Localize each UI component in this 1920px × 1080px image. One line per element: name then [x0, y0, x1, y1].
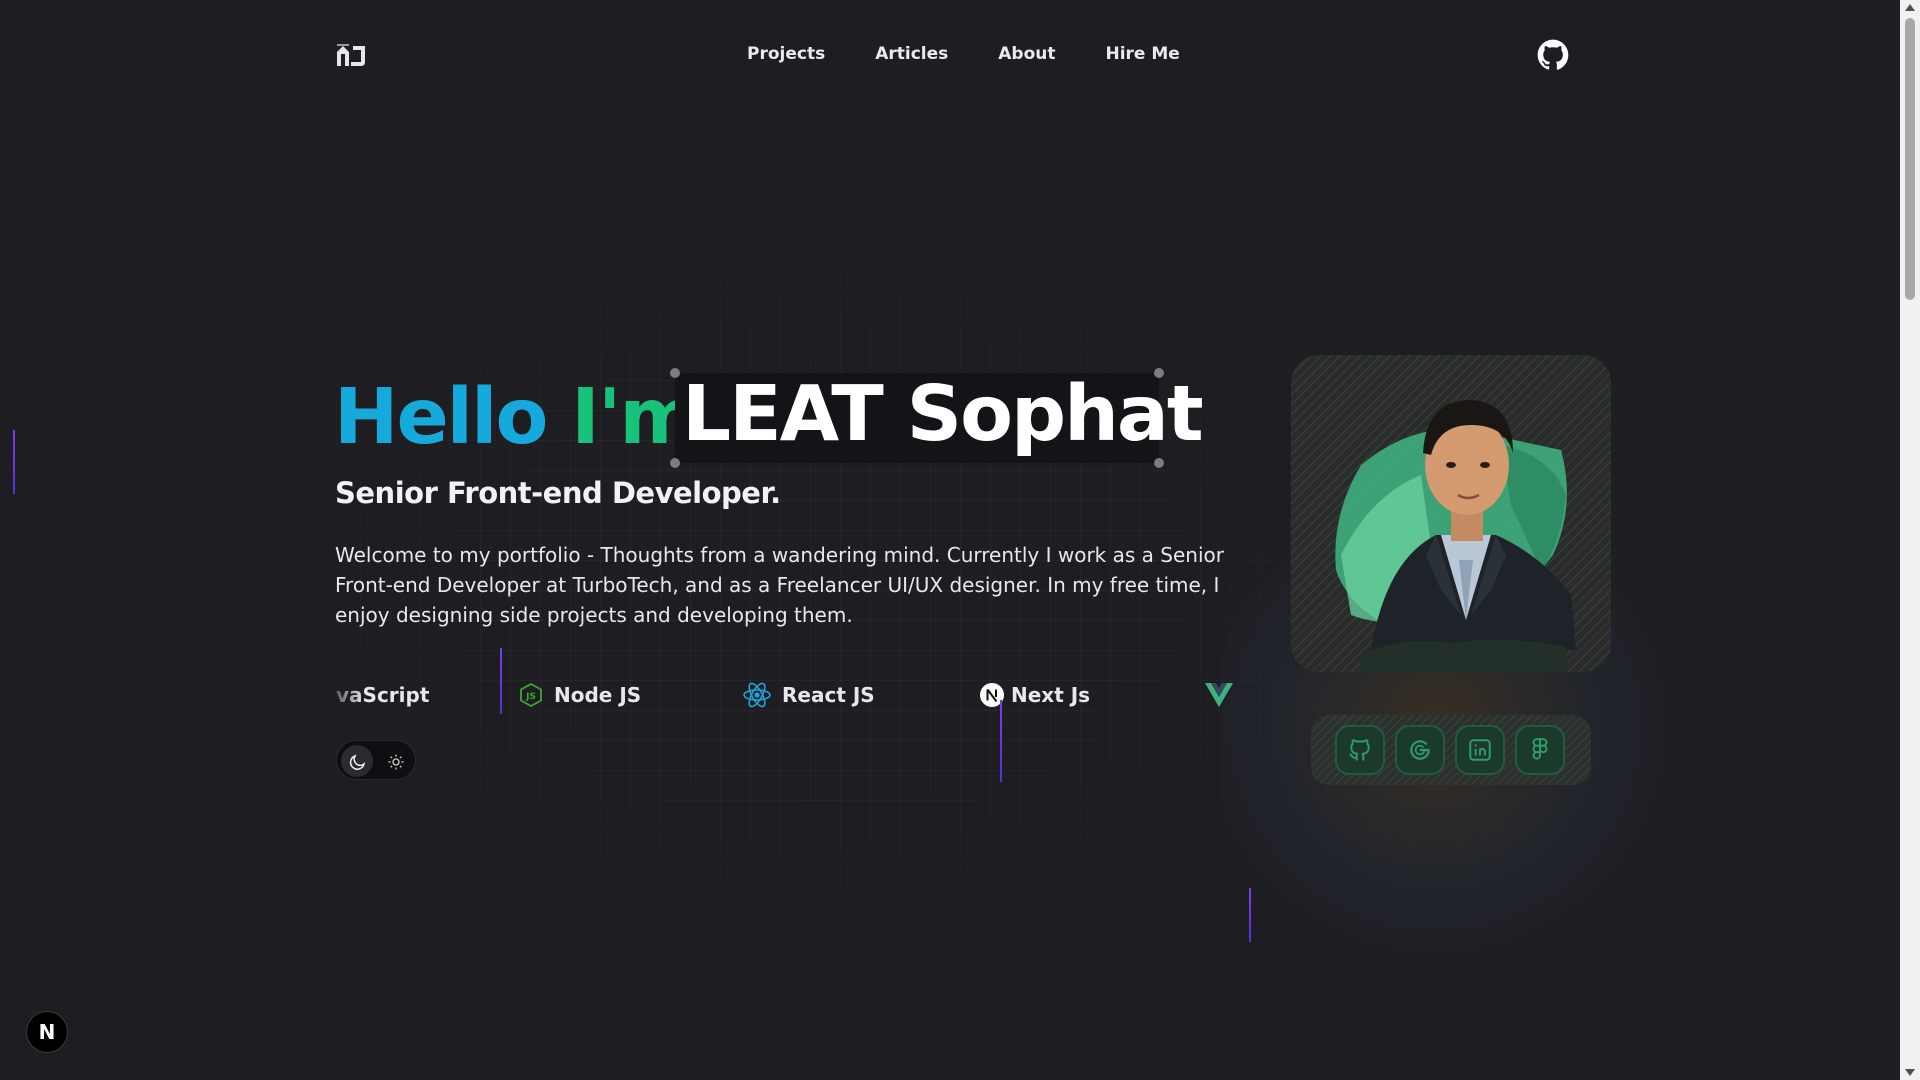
- tech-javascript: vaScript: [336, 680, 429, 710]
- social-linkedin[interactable]: [1455, 725, 1505, 775]
- page-scrollbar[interactable]: [1900, 0, 1920, 1080]
- tech-label: Next Js: [1011, 683, 1091, 707]
- nav-hire-me[interactable]: Hire Me: [1105, 44, 1179, 64]
- scroll-down-icon[interactable]: [1905, 1069, 1915, 1076]
- figma-icon: [1532, 738, 1548, 760]
- nodejs-icon: JS: [520, 682, 542, 708]
- sun-icon[interactable]: [387, 753, 405, 771]
- tech-react: React JS: [742, 680, 875, 710]
- portrait-card: [1291, 355, 1611, 672]
- tech-label: React JS: [782, 683, 875, 707]
- main-nav: Projects Articles About Hire Me: [747, 44, 1180, 64]
- site-logo[interactable]: [335, 42, 367, 68]
- tech-label: Node JS: [554, 683, 642, 707]
- hero-description: Welcome to my portfolio - Thoughts from …: [335, 543, 1224, 627]
- decorative-line: [1249, 888, 1251, 942]
- moon-icon[interactable]: [349, 753, 367, 771]
- react-icon: [743, 682, 771, 708]
- theme-toggle[interactable]: [336, 740, 416, 780]
- social-google[interactable]: [1395, 725, 1445, 775]
- scroll-up-icon[interactable]: [1905, 4, 1915, 11]
- decorative-line: [1000, 700, 1002, 782]
- selection-handle: [1154, 368, 1164, 378]
- tech-label: vaScript: [336, 683, 430, 707]
- selection-handle: [1154, 458, 1164, 468]
- social-links: [1311, 715, 1591, 785]
- github-icon: [1349, 739, 1370, 761]
- google-icon: [1410, 740, 1430, 760]
- nav-articles[interactable]: Articles: [875, 44, 948, 64]
- hero-subtitle: Senior Front-end Developer.: [335, 476, 781, 510]
- social-figma[interactable]: [1515, 725, 1565, 775]
- github-icon[interactable]: [1537, 39, 1569, 71]
- nextjs-dev-badge[interactable]: N: [26, 1011, 68, 1053]
- nav-projects[interactable]: Projects: [747, 44, 825, 64]
- social-github[interactable]: [1335, 725, 1385, 775]
- selection-handle: [670, 458, 680, 468]
- decorative-line: [13, 430, 15, 494]
- svg-text:JS: JS: [525, 692, 536, 702]
- hero-greeting: Hello I'm: [334, 370, 700, 466]
- tech-nodejs: JS Node JS: [518, 680, 641, 710]
- hello-text: Hello: [334, 373, 548, 462]
- hero-name: LEAT Sophat: [682, 370, 1204, 459]
- decorative-line: [500, 648, 502, 714]
- portrait-image: [1335, 400, 1576, 672]
- nav-about[interactable]: About: [998, 44, 1055, 64]
- scroll-thumb[interactable]: [1905, 18, 1915, 300]
- vue-icon: [1205, 683, 1233, 707]
- tech-nextjs: Next Js: [979, 680, 1090, 710]
- selection-handle: [670, 368, 680, 378]
- linkedin-icon: [1469, 739, 1491, 761]
